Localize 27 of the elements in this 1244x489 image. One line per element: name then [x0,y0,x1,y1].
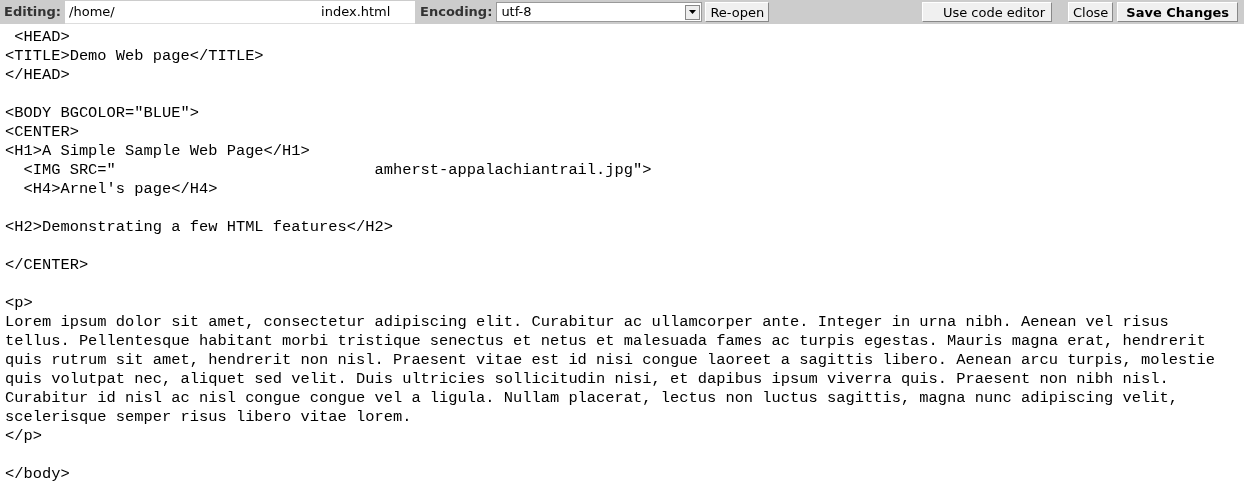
code-line: <H4>Arnel's page</H4> [22,180,218,199]
code-line: <TITLE>Demo Web page</TITLE> [5,47,264,66]
code-line: <IMG SRC=" amherst-appalachiantrail.jpg"> [22,161,652,180]
path-field[interactable]: /home/ index.html [65,0,416,24]
reopen-button[interactable]: Re-open [705,2,770,22]
code-line: <H1>A Simple Sample Web Page</H1> [5,142,310,161]
code-line: <p> [5,294,33,313]
save-changes-button[interactable]: Save Changes [1117,2,1238,22]
code-line: Lorem ipsum dolor sit amet, consectetur adipiscing elit. Curabitur ac ullamcorper ante. Integer in urna nibh. Aenean vel risus [5,313,1169,332]
code-line: tellus. Pellentesque habitant morbi tristique senectus et netus et malesuada fames ac turpis egestas. Mauris magna erat, hendrerit [5,332,1206,351]
code-line: <H2>Demonstrating a few HTML features</H2> [5,218,393,237]
code-line: quis rutrum sit amet, hendrerit non nisl. Praesent vitae est id nisi congue laoreet a sagittis libero. Aenean arcu turpis, molestie [5,351,1215,370]
code-line: Curabitur id nisl ac nisl congue congue vel a ligula. Nullam placerat, lectus non luctus sagittis, magna nunc adipiscing velit, [5,389,1178,408]
code-editor-button[interactable]: Use code editor [921,2,1052,22]
code-line: quis volutpat nec, aliquet sed velit. Duis ultricies sollicitudin nisi, et dapibus ipsum viverra quis. Praesent non nibh nisl. [5,370,1169,389]
encoding-select[interactable]: utf-8 [496,2,703,22]
code-line: <HEAD> [13,28,70,47]
code-line: </p> [5,427,42,446]
code-line: </HEAD> [5,66,70,85]
code-line: <BODY BGCOLOR="BLUE"> [5,104,199,123]
code-line: </CENTER> [5,256,89,275]
close-button[interactable]: Close [1067,2,1114,22]
encoding-label: Encoding: [419,3,494,22]
editing-label: Editing: [3,3,63,22]
code-line: <CENTER> [5,123,79,142]
code-line: scelerisque semper risus libero vitae lorem. [5,408,412,427]
code-line: </body> [5,465,70,484]
